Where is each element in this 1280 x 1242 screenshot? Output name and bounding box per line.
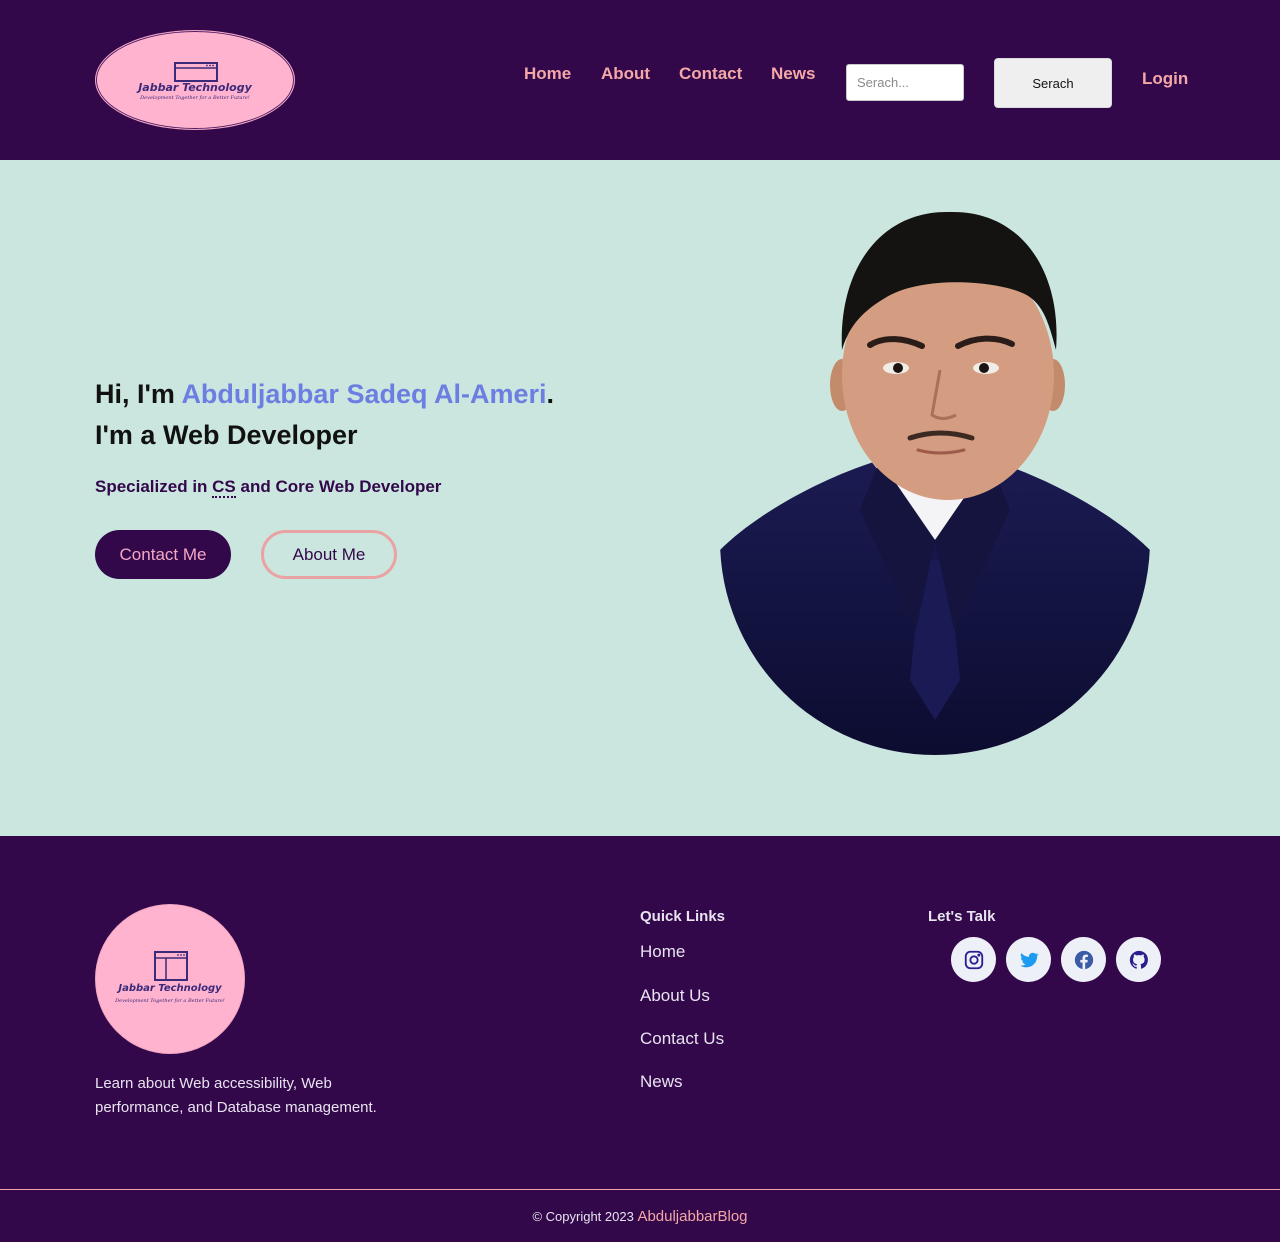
- quick-links-title: Quick Links: [640, 908, 726, 925]
- github-icon: [1129, 950, 1148, 969]
- nav-news[interactable]: News: [771, 64, 815, 84]
- site-footer: Jabbar Technology Development Together f…: [0, 836, 1280, 1242]
- nav-contact[interactable]: Contact: [679, 64, 742, 84]
- footer-link-contact-us[interactable]: Contact Us: [640, 1029, 724, 1049]
- facebook-link[interactable]: [1061, 937, 1106, 982]
- site-name-link[interactable]: AbduljabbarBlog: [637, 1208, 747, 1225]
- github-link[interactable]: [1116, 937, 1161, 982]
- hero-greeting: Hi, I'm Abduljabbar Sadeq Al-Ameri.: [95, 379, 554, 410]
- spec-prefix: Specialized in: [95, 477, 213, 496]
- copyright: © Copyright 2023 AbduljabbarBlog: [0, 1208, 1280, 1225]
- instagram-icon: [964, 950, 983, 969]
- footer-logo[interactable]: Jabbar Technology Development Together f…: [95, 904, 245, 1054]
- footer-logo-brand: Jabbar Technology: [118, 983, 222, 994]
- spec-suffix: and Core Web Developer: [235, 477, 442, 496]
- spec-abbr: CS: [212, 477, 236, 498]
- instagram-link[interactable]: [951, 937, 996, 982]
- hero-section: Hi, I'm Abduljabbar Sadeq Al-Ameri. I'm …: [0, 160, 1280, 836]
- login-link[interactable]: Login: [1142, 69, 1188, 89]
- nav-home[interactable]: Home: [524, 64, 571, 84]
- search-button[interactable]: Serach: [994, 58, 1112, 108]
- nav-about[interactable]: About: [601, 64, 650, 84]
- footer-link-home[interactable]: Home: [640, 942, 685, 962]
- twitter-icon: [1019, 952, 1039, 967]
- logo-tagline: Development Together for a Better Future…: [140, 95, 250, 101]
- about-me-button[interactable]: About Me: [261, 530, 397, 579]
- logo-brand: Jabbar Technology: [138, 81, 252, 94]
- footer-description: Learn about Web accessibility, Web perfo…: [95, 1075, 377, 1116]
- twitter-link[interactable]: [1006, 937, 1051, 982]
- hero-specialization: Specialized in CS and Core Web Developer: [95, 477, 442, 498]
- lets-talk-title: Let's Talk: [928, 908, 996, 925]
- footer-divider: [0, 1189, 1280, 1190]
- greeting-text: Hi, I'm: [95, 379, 182, 409]
- footer-link-about-us[interactable]: About Us: [640, 986, 710, 1006]
- copyright-text: © Copyright 2023: [532, 1209, 638, 1224]
- hero-name: Abduljabbar Sadeq Al-Ameri: [181, 379, 547, 409]
- logo[interactable]: Jabbar Technology Development Together f…: [95, 30, 295, 130]
- footer-logo-tagline: Development Together for a Better Future…: [115, 998, 225, 1004]
- portrait-image: [720, 211, 1150, 755]
- facebook-icon: [1074, 950, 1093, 969]
- hero-role: I'm a Web Developer: [95, 420, 358, 450]
- contact-me-button[interactable]: Contact Me: [95, 530, 231, 579]
- search-input[interactable]: [846, 64, 964, 101]
- browser-window-icon: [174, 62, 218, 82]
- browser-window-icon: [154, 951, 188, 981]
- site-header: Jabbar Technology Development Together f…: [0, 0, 1280, 160]
- greeting-period: .: [546, 379, 555, 409]
- footer-link-news[interactable]: News: [640, 1072, 683, 1092]
